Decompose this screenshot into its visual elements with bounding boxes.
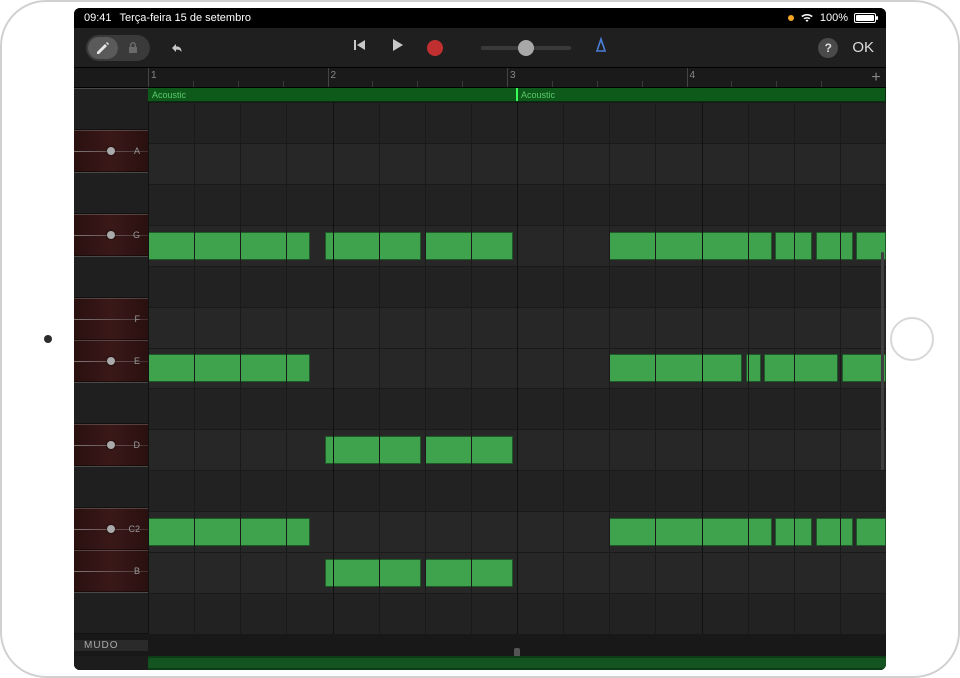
- horizontal-scrollbar[interactable]: [74, 656, 886, 670]
- toolbar: ? OK: [74, 28, 886, 68]
- midi-note[interactable]: [425, 232, 514, 260]
- metronome-button[interactable]: [593, 37, 609, 58]
- hscroll-thumb[interactable]: [148, 658, 886, 668]
- string-row: B: [74, 550, 148, 592]
- string-row: A: [74, 130, 148, 172]
- midi-note[interactable]: [325, 559, 421, 587]
- string-row: G: [74, 214, 148, 256]
- region-tab-1[interactable]: Acoustic: [148, 88, 517, 102]
- vertical-scroll-indicator[interactable]: [881, 252, 884, 470]
- midi-note[interactable]: [325, 232, 421, 260]
- midi-note[interactable]: [609, 355, 742, 383]
- app-screen: 09:41 Terça-feira 15 de setembro 100%: [74, 8, 886, 670]
- string-label: B: [134, 566, 140, 576]
- fret-dot-icon: [107, 525, 115, 533]
- string-row: [74, 172, 148, 214]
- mute-button[interactable]: MUDO: [74, 640, 148, 651]
- rewind-button[interactable]: [351, 37, 367, 58]
- battery-icon: [854, 13, 876, 23]
- string-row: [74, 256, 148, 298]
- fret-dot-icon: [107, 231, 115, 239]
- note-grid[interactable]: Acoustic Acoustic: [148, 88, 886, 634]
- fret-dot-icon: [107, 441, 115, 449]
- ruler-bar-label: 1: [151, 70, 157, 81]
- string-label: D: [134, 440, 141, 450]
- add-bar-button[interactable]: +: [866, 68, 886, 87]
- string-label: E: [134, 356, 140, 366]
- status-time: 09:41: [84, 12, 112, 24]
- play-button[interactable]: [389, 37, 405, 58]
- ruler-bar-label: 4: [690, 70, 696, 81]
- status-bar: 09:41 Terça-feira 15 de setembro 100%: [74, 8, 886, 28]
- mute-row: MUDO: [74, 634, 886, 656]
- ipad-frame: 09:41 Terça-feira 15 de setembro 100%: [0, 0, 960, 678]
- string-row: [74, 592, 148, 634]
- string-row: D: [74, 424, 148, 466]
- midi-note[interactable]: [325, 436, 421, 464]
- string-row: F: [74, 298, 148, 340]
- timeline-ruler[interactable]: 1 2 3 4 +: [74, 68, 886, 88]
- volume-slider[interactable]: [481, 46, 571, 50]
- wifi-icon: [800, 13, 814, 23]
- midi-note[interactable]: [764, 355, 838, 383]
- fret-dot-icon: [107, 147, 115, 155]
- status-date: Terça-feira 15 de setembro: [120, 12, 251, 24]
- midi-note[interactable]: [816, 232, 853, 260]
- string-label: F: [135, 314, 141, 324]
- string-panel: A G F E D C2 B: [74, 88, 148, 634]
- midi-note[interactable]: [856, 518, 886, 546]
- volume-thumb[interactable]: [518, 40, 534, 56]
- string-row: [74, 88, 148, 130]
- string-label: A: [134, 146, 140, 156]
- undo-button[interactable]: [162, 34, 190, 62]
- region-tab-2[interactable]: Acoustic: [517, 88, 886, 102]
- string-row: [74, 382, 148, 424]
- string-row: E: [74, 340, 148, 382]
- midi-note[interactable]: [842, 355, 886, 383]
- midi-note[interactable]: [425, 436, 514, 464]
- lock-mode-button[interactable]: [118, 37, 148, 59]
- string-row: [74, 466, 148, 508]
- pencil-mode-button[interactable]: [88, 37, 118, 59]
- ruler-bar-label: 2: [331, 70, 337, 81]
- midi-note[interactable]: [425, 559, 514, 587]
- editor-footer: MUDO: [74, 634, 886, 670]
- midi-note[interactable]: [816, 518, 853, 546]
- edit-mode-toggle[interactable]: [86, 35, 150, 61]
- location-dot-icon: [788, 15, 794, 21]
- battery-percent: 100%: [820, 12, 848, 24]
- camera-icon: [44, 335, 52, 343]
- region-header: Acoustic Acoustic: [148, 88, 886, 102]
- home-button[interactable]: [890, 317, 934, 361]
- string-label: G: [133, 230, 140, 240]
- help-button[interactable]: ?: [818, 38, 838, 58]
- record-button[interactable]: [427, 40, 443, 56]
- note-editor: A G F E D C2 B Acoustic Acoustic: [74, 88, 886, 634]
- string-row: C2: [74, 508, 148, 550]
- fret-dot-icon: [107, 357, 115, 365]
- transport-controls: [351, 37, 609, 58]
- string-label: C2: [128, 524, 140, 534]
- ok-button[interactable]: OK: [852, 39, 874, 56]
- ruler-bar-label: 3: [510, 70, 516, 81]
